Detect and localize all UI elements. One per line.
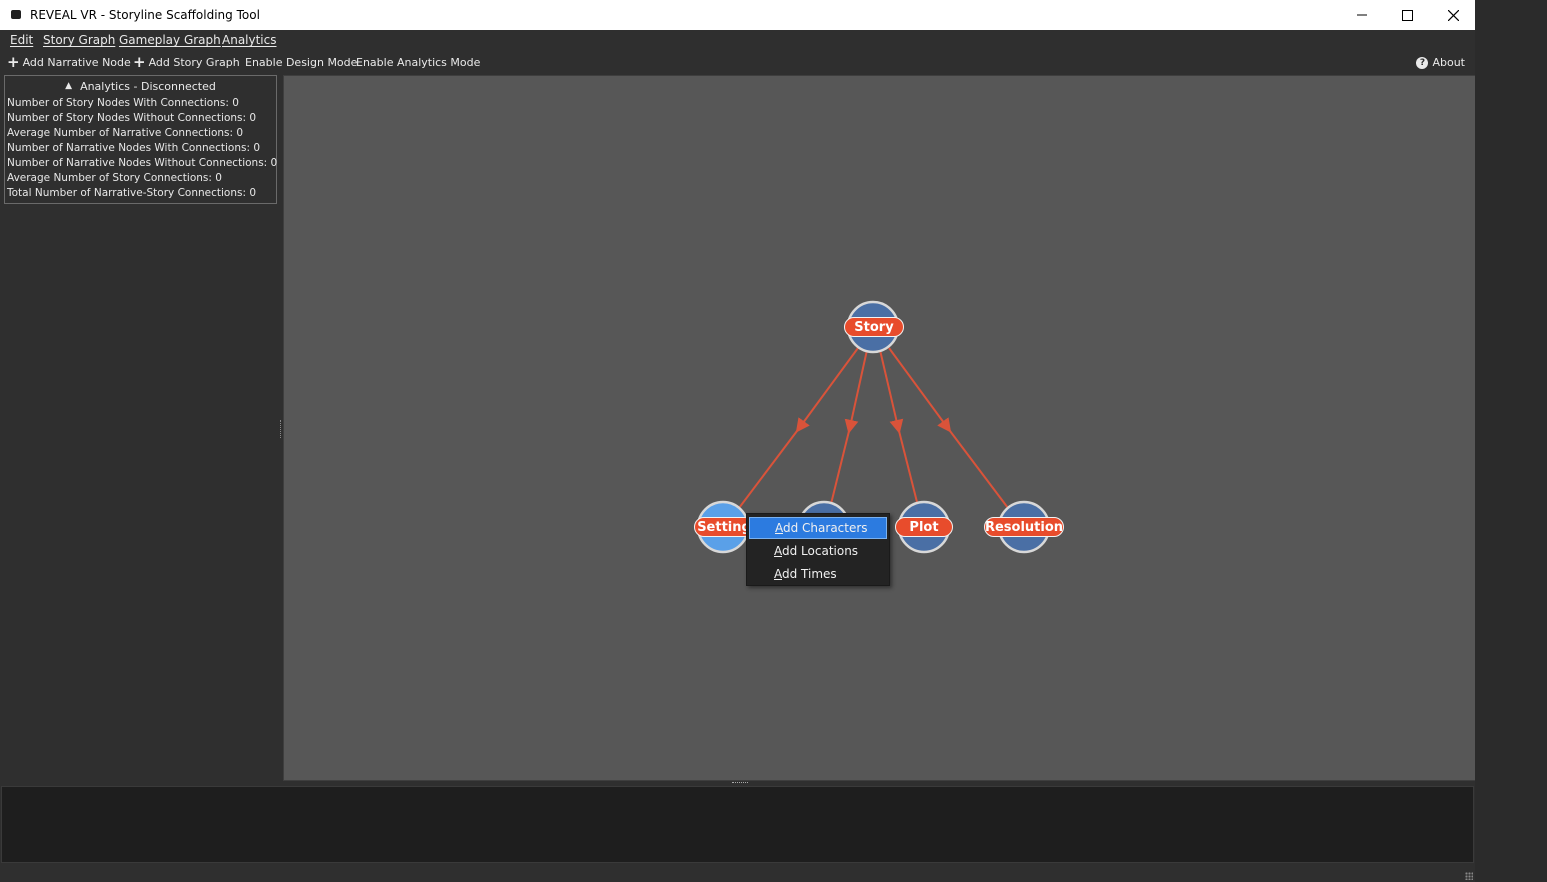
edge-story-resolution [888, 347, 952, 433]
menu-item-label: dd Times [782, 567, 837, 581]
edge-plot-mid [897, 426, 919, 507]
minimize-button[interactable] [1339, 0, 1385, 30]
mnemonic: A [775, 521, 783, 535]
close-button[interactable] [1430, 0, 1476, 30]
menu-edit[interactable]: Edit [10, 30, 33, 51]
enable-analytics-mode-button[interactable]: Enable Analytics Mode [356, 51, 480, 74]
analytics-panel: ▲ Analytics - Disconnected Number of Sto… [0, 74, 281, 780]
stat-avg-narrative-connections: Average Number of Narrative Connections:… [7, 127, 244, 139]
about-button[interactable]: ? About [1416, 51, 1465, 74]
menu-item-add-times[interactable]: Add Times [749, 563, 887, 585]
toolbar: + Add Narrative Node + Add Story Graph E… [0, 51, 1475, 74]
analytics-title: Analytics - Disconnected [80, 79, 216, 93]
node-resolution-label[interactable]: Resolution [984, 517, 1064, 537]
stat-story-nodes-without-connections: Number of Story Nodes Without Connection… [7, 112, 257, 124]
add-story-graph-button[interactable]: + Add Story Graph [133, 51, 240, 74]
mnemonic: A [774, 567, 782, 581]
resize-grip-icon[interactable] [1465, 872, 1473, 880]
plus-icon: + [7, 53, 20, 71]
app-icon [11, 10, 21, 19]
add-story-graph-label: Add Story Graph [148, 56, 240, 69]
menu-item-label: dd Characters [783, 521, 868, 535]
edge-setting-mid [738, 426, 801, 509]
stat-total-narrative-story-connections: Total Number of Narrative-Story Connecti… [7, 187, 257, 199]
menu-story-graph[interactable]: Story Graph [43, 30, 115, 51]
edge-story-characters [844, 349, 868, 434]
title-bar: REVEAL VR - Storyline Scaffolding Tool [0, 0, 1475, 30]
node-story-label[interactable]: Story [844, 317, 904, 337]
minimize-icon [1357, 14, 1367, 16]
horizontal-splitter-handle[interactable] [732, 782, 748, 785]
menu-item-label: dd Locations [782, 544, 859, 558]
node-plot-label[interactable]: Plot [895, 517, 953, 537]
stat-narrative-nodes-with-connections: Number of Narrative Nodes With Connectio… [7, 142, 261, 154]
menu-item-add-characters[interactable]: Add Characters [749, 517, 887, 539]
graph-edges [738, 347, 1009, 509]
stat-avg-story-connections: Average Number of Story Connections: 0 [7, 172, 222, 184]
collapse-triangle-icon: ▲ [65, 81, 73, 91]
help-icon: ? [1416, 56, 1429, 69]
window-title: REVEAL VR - Storyline Scaffolding Tool [30, 8, 260, 22]
app-window: REVEAL VR - Storyline Scaffolding Tool E… [0, 0, 1476, 882]
menu-gameplay-graph[interactable]: Gameplay Graph [119, 30, 221, 51]
desktop-background [1475, 0, 1547, 882]
enable-design-mode-button[interactable]: Enable Design Mode [245, 51, 357, 74]
graph-canvas[interactable] [283, 75, 1476, 781]
about-label: About [1432, 56, 1465, 69]
mnemonic: A [774, 544, 782, 558]
close-icon [1447, 9, 1459, 21]
edge-story-plot [879, 349, 904, 434]
edge-resolution-mid [946, 426, 1009, 509]
plus-icon: + [133, 53, 146, 71]
analytics-group: ▲ Analytics - Disconnected Number of Sto… [4, 75, 277, 204]
add-narrative-node-button[interactable]: + Add Narrative Node [7, 51, 131, 74]
graph-svg [696, 300, 1051, 554]
node-context-menu: Add Characters Add Locations Add Times [746, 513, 890, 586]
status-bar [0, 864, 1475, 882]
maximize-icon [1401, 9, 1413, 21]
edge-characters-mid [829, 426, 851, 509]
stat-narrative-nodes-without-connections: Number of Narrative Nodes Without Connec… [7, 157, 278, 169]
menu-bar: Edit Story Graph Gameplay Graph Analytic… [0, 30, 1475, 51]
add-narrative-node-label: Add Narrative Node [22, 56, 131, 69]
stat-story-nodes-with-connections: Number of Story Nodes With Connections: … [7, 97, 239, 109]
menu-item-add-locations[interactable]: Add Locations [749, 540, 887, 562]
edge-story-setting [795, 347, 859, 433]
node-setting-label[interactable]: Setting [694, 517, 754, 537]
menu-analytics[interactable]: Analytics [222, 30, 277, 51]
analytics-header[interactable]: ▲ Analytics - Disconnected [5, 76, 276, 96]
maximize-button[interactable] [1384, 0, 1430, 30]
console-output[interactable] [1, 786, 1474, 863]
